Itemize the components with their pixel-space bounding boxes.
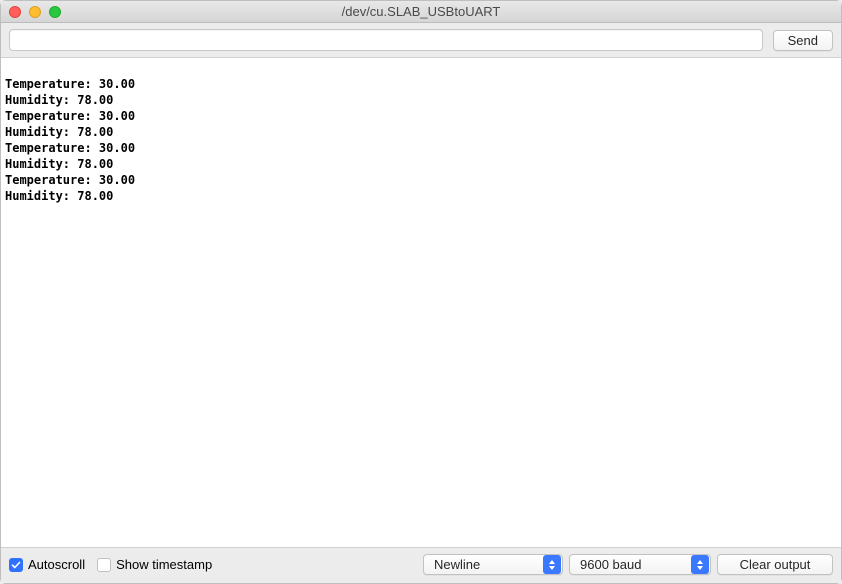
window-title: /dev/cu.SLAB_USBtoUART <box>1 4 841 19</box>
chevron-up-down-icon <box>543 555 561 574</box>
close-button[interactable] <box>9 6 21 18</box>
clear-output-button[interactable]: Clear output <box>717 554 833 575</box>
line-ending-value: Newline <box>434 557 541 572</box>
traffic-lights <box>9 6 61 18</box>
autoscroll-label: Autoscroll <box>28 557 85 572</box>
output-line: Humidity: 78.00 <box>5 188 837 204</box>
titlebar: /dev/cu.SLAB_USBtoUART <box>1 1 841 23</box>
output-line: Temperature: 30.00 <box>5 140 837 156</box>
show-timestamp-option[interactable]: Show timestamp <box>97 557 212 572</box>
serial-output[interactable]: Temperature: 30.00Humidity: 78.00Tempera… <box>1 57 841 548</box>
send-button[interactable]: Send <box>773 30 833 51</box>
input-row: Send <box>1 23 841 57</box>
output-line: Humidity: 78.00 <box>5 156 837 172</box>
output-line: Temperature: 30.00 <box>5 172 837 188</box>
output-line: Temperature: 30.00 <box>5 76 837 92</box>
output-line: Temperature: 30.00 <box>5 108 837 124</box>
maximize-button[interactable] <box>49 6 61 18</box>
bottom-bar: Autoscroll Show timestamp Newline 9600 b… <box>1 548 841 583</box>
line-ending-select[interactable]: Newline <box>423 554 563 575</box>
minimize-button[interactable] <box>29 6 41 18</box>
chevron-up-down-icon <box>691 555 709 574</box>
show-timestamp-checkbox[interactable] <box>97 558 111 572</box>
baud-rate-select[interactable]: 9600 baud <box>569 554 711 575</box>
show-timestamp-label: Show timestamp <box>116 557 212 572</box>
output-line: Humidity: 78.00 <box>5 92 837 108</box>
autoscroll-checkbox[interactable] <box>9 558 23 572</box>
command-input[interactable] <box>9 29 763 51</box>
baud-rate-value: 9600 baud <box>580 557 689 572</box>
output-line: Humidity: 78.00 <box>5 124 837 140</box>
autoscroll-option[interactable]: Autoscroll <box>9 557 85 572</box>
